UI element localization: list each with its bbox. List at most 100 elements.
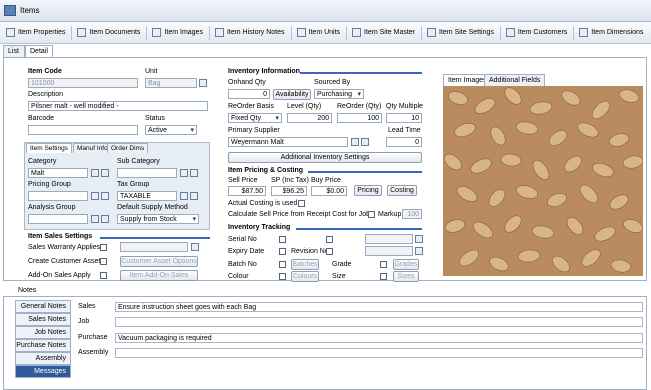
supplier-edit-icon[interactable] bbox=[361, 138, 369, 146]
item-site-settings-button[interactable]: Item Site Settings bbox=[427, 28, 494, 37]
tab-list[interactable]: List bbox=[3, 45, 25, 57]
tab-general-notes[interactable]: General Notes bbox=[15, 300, 71, 313]
item-units-button[interactable]: Item Units bbox=[296, 28, 340, 37]
reorder-basis-select[interactable]: Fixed Qty bbox=[228, 113, 282, 123]
assembly-note-field[interactable] bbox=[115, 348, 643, 358]
description-field[interactable]: Pilsner malt - well modified - bbox=[28, 101, 208, 111]
grade-label: Grade bbox=[332, 261, 352, 268]
analysis-lookup-icon[interactable] bbox=[91, 215, 99, 223]
buy-price-field[interactable]: $0.00 bbox=[311, 186, 347, 196]
item-customers-button[interactable]: Item Customers bbox=[505, 28, 567, 37]
serial-field[interactable] bbox=[365, 234, 413, 244]
category-field[interactable]: Malt bbox=[28, 168, 88, 178]
serial-no-label: Serial No bbox=[228, 236, 257, 243]
category-lookup-icon[interactable] bbox=[91, 169, 99, 177]
status-select[interactable]: Active bbox=[145, 125, 197, 135]
grade-checkbox[interactable] bbox=[380, 261, 387, 268]
revision-field[interactable] bbox=[365, 246, 413, 256]
tab-purchase-notes[interactable]: Purchase Notes bbox=[15, 339, 71, 352]
tab-item-settings[interactable]: Item Settings bbox=[26, 143, 72, 153]
serial-no-checkbox[interactable] bbox=[279, 236, 286, 243]
costing-button[interactable]: Costing bbox=[387, 185, 417, 196]
colours-button[interactable]: Colours bbox=[291, 271, 319, 282]
tab-manuf-info[interactable]: Manuf Info bbox=[73, 143, 112, 153]
tab-order-dims[interactable]: Order Dims bbox=[107, 143, 149, 153]
item-history-notes-button[interactable]: Item History Notes bbox=[214, 28, 285, 37]
batches-button[interactable]: Batches bbox=[291, 259, 319, 270]
subcategory-lookup-icon[interactable] bbox=[180, 169, 188, 177]
supplier-lookup-icon[interactable] bbox=[351, 138, 359, 146]
tax-edit-icon[interactable] bbox=[190, 192, 198, 200]
sizes-button[interactable]: Sizes bbox=[393, 271, 419, 282]
item-site-master-button[interactable]: Item Site Master bbox=[352, 28, 415, 37]
serial-option-checkbox[interactable] bbox=[326, 236, 333, 243]
sp-inc-tax-label: SP (Inc Tax) bbox=[271, 177, 309, 184]
pricing-lookup-icon[interactable] bbox=[91, 192, 99, 200]
availability-button[interactable]: Availability bbox=[273, 89, 311, 100]
subcategory-edit-icon[interactable] bbox=[190, 169, 198, 177]
customer-asset-label: Create Customer Asset bbox=[28, 258, 101, 265]
tax-lookup-icon[interactable] bbox=[180, 192, 188, 200]
barcode-label: Barcode bbox=[28, 115, 55, 122]
item-code-field[interactable]: 101000 bbox=[28, 78, 138, 88]
item-image bbox=[443, 86, 643, 276]
purchase-note-field[interactable]: Vacuum packaging is required bbox=[115, 333, 643, 343]
expiry-date-checkbox[interactable] bbox=[279, 248, 286, 255]
item-documents-button[interactable]: Item Documents bbox=[77, 28, 140, 37]
warranty-field[interactable] bbox=[120, 242, 188, 252]
supply-method-select[interactable]: Supply from Stock bbox=[117, 214, 199, 224]
level-field[interactable]: 200 bbox=[287, 113, 332, 123]
tracking-divider bbox=[296, 228, 422, 230]
size-checkbox[interactable] bbox=[380, 273, 387, 280]
lead-time-field[interactable]: 0 bbox=[386, 137, 422, 147]
tab-additional-fields[interactable]: Additional Fields bbox=[484, 74, 546, 86]
grades-button[interactable]: Grades bbox=[393, 259, 419, 270]
tab-assembly-notes[interactable]: Assembly Notes bbox=[15, 352, 71, 374]
pricing-button[interactable]: Pricing bbox=[354, 185, 382, 196]
pricing-costing-title: Item Pricing & Costing bbox=[228, 167, 304, 174]
sell-price-field[interactable]: $87.50 bbox=[228, 186, 266, 196]
warranty-lookup-icon[interactable] bbox=[191, 243, 199, 251]
actual-costing-checkbox[interactable] bbox=[298, 200, 305, 207]
item-images-button[interactable]: Item Images bbox=[152, 28, 203, 37]
revision-lookup-icon[interactable] bbox=[415, 247, 423, 255]
item-addon-sales-button[interactable]: Item Add-On Sales bbox=[120, 270, 198, 281]
qty-multiple-field[interactable]: 10 bbox=[386, 113, 422, 123]
tab-job-notes[interactable]: Job Notes bbox=[15, 326, 71, 339]
pricing-edit-icon[interactable] bbox=[101, 192, 109, 200]
customer-asset-options-button[interactable]: Customer Asset Options bbox=[120, 256, 198, 267]
colour-checkbox[interactable] bbox=[279, 273, 286, 280]
onhand-label: Onhand Qty bbox=[228, 79, 266, 86]
reorder-qty-field[interactable]: 100 bbox=[337, 113, 382, 123]
tab-detail[interactable]: Detail bbox=[25, 45, 53, 57]
item-dimensions-button[interactable]: Item Dimensions bbox=[579, 28, 643, 37]
primary-supplier-field[interactable]: Weyermann Malt bbox=[228, 137, 348, 147]
category-edit-icon[interactable] bbox=[101, 169, 109, 177]
sp-inc-tax-field[interactable]: $96.25 bbox=[271, 186, 307, 196]
inventory-info-title: Inventory Information bbox=[228, 68, 300, 75]
markup-field[interactable]: 100 bbox=[402, 209, 422, 219]
analysis-group-field[interactable] bbox=[28, 214, 88, 224]
tax-group-field[interactable]: TAXABLE bbox=[117, 191, 177, 201]
revision-no-checkbox[interactable] bbox=[326, 248, 333, 255]
sales-note-field[interactable]: Ensure instruction sheet goes with each … bbox=[115, 302, 643, 312]
analysis-edit-icon[interactable] bbox=[101, 215, 109, 223]
addon-sales-checkbox[interactable] bbox=[100, 272, 107, 279]
unit-lookup-icon[interactable] bbox=[199, 79, 207, 87]
item-properties-button[interactable]: Item Properties bbox=[6, 28, 65, 37]
unit-field[interactable]: Bag bbox=[145, 78, 197, 88]
subcategory-field[interactable] bbox=[117, 168, 177, 178]
tab-messages[interactable]: Messages bbox=[15, 365, 71, 378]
pricing-group-field[interactable] bbox=[28, 191, 88, 201]
warranty-checkbox[interactable] bbox=[100, 244, 107, 251]
additional-inventory-settings-button[interactable]: Additional Inventory Settings bbox=[228, 152, 422, 163]
tab-sales-notes[interactable]: Sales Notes bbox=[15, 313, 71, 326]
customer-asset-checkbox[interactable] bbox=[100, 258, 107, 265]
serial-lookup-icon[interactable] bbox=[415, 235, 423, 243]
job-note-field[interactable] bbox=[115, 317, 643, 327]
lead-time-label: Lead Time bbox=[388, 127, 421, 134]
calc-sell-price-checkbox[interactable] bbox=[368, 211, 375, 218]
barcode-field[interactable] bbox=[28, 125, 138, 135]
sourced-by-select[interactable]: Purchasing bbox=[314, 89, 364, 99]
batch-no-checkbox[interactable] bbox=[279, 261, 286, 268]
